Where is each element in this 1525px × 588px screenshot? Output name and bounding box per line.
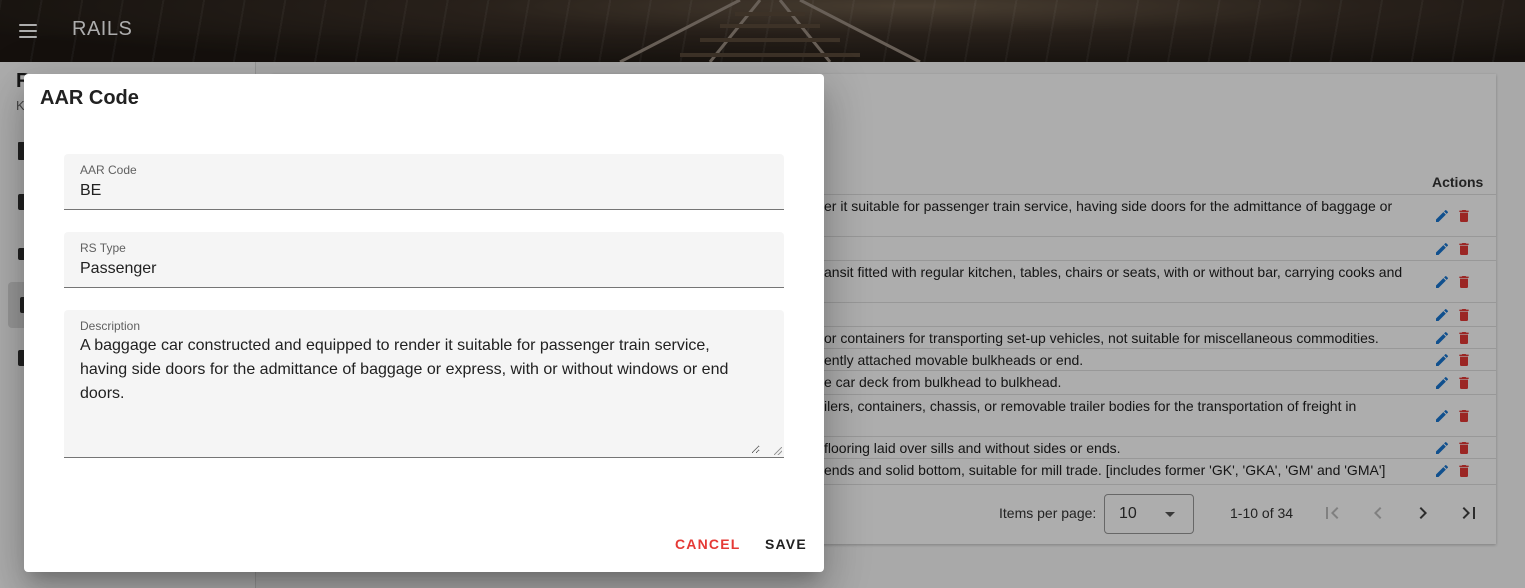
aar-code-field[interactable]: AAR Code BE <box>64 154 784 210</box>
rs-type-input[interactable]: Passenger <box>80 260 157 278</box>
cancel-button[interactable]: CANCEL <box>675 536 741 552</box>
aar-code-input[interactable]: BE <box>80 182 101 200</box>
description-label: Description <box>80 319 141 333</box>
resize-handle-icon[interactable] <box>774 447 782 455</box>
description-textarea[interactable]: A baggage car constructed and equipped t… <box>80 334 760 454</box>
save-button[interactable]: SAVE <box>765 536 807 552</box>
rs-type-label: RS Type <box>80 241 126 255</box>
description-field[interactable]: Description A baggage car constructed an… <box>64 310 784 458</box>
rs-type-field[interactable]: RS Type Passenger <box>64 232 784 288</box>
aar-code-dialog: AAR Code AAR Code BE RS Type Passenger D… <box>24 74 824 572</box>
dialog-title: AAR Code <box>40 87 139 109</box>
aar-code-label: AAR Code <box>80 163 137 177</box>
